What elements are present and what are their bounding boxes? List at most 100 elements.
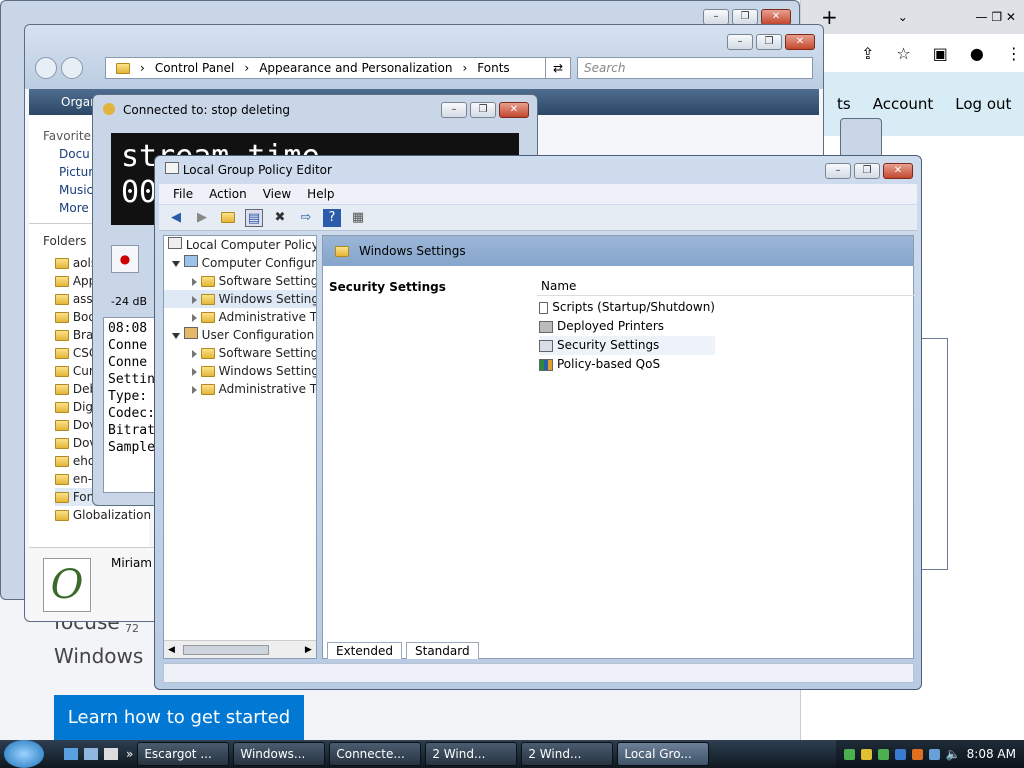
close-button[interactable]: ✕ <box>883 163 913 179</box>
menu-help[interactable]: Help <box>307 187 334 201</box>
fonts-window-controls[interactable]: – ❐ ✕ <box>727 34 815 50</box>
fonts-folder-icon <box>116 62 130 74</box>
record-button[interactable]: ● <box>111 245 139 273</box>
site-navbar: ts Account Log out <box>801 72 1024 136</box>
sidebar-icon[interactable]: ▣ <box>933 44 948 63</box>
menu-icon[interactable]: ⋮ <box>1006 44 1022 63</box>
export-icon[interactable]: ⇨ <box>297 209 315 227</box>
tab-standard[interactable]: Standard <box>406 642 479 659</box>
status-bar <box>163 663 914 683</box>
back-arrow-icon[interactable]: ◀ <box>167 209 185 227</box>
results-pane: Windows Settings Security Settings Name … <box>322 235 915 659</box>
crumb-sep-icon: › <box>140 61 145 75</box>
menu-action[interactable]: Action <box>209 187 247 201</box>
get-started-button[interactable]: Learn how to get started <box>54 695 304 740</box>
up-folder-icon[interactable] <box>219 209 237 227</box>
tree-item[interactable]: Windows Setting <box>164 362 316 380</box>
tree-item[interactable]: Local Computer Policy <box>164 236 316 254</box>
gpe-menubar: File Action View Help <box>159 184 917 204</box>
show-desktop-icon[interactable] <box>64 748 78 760</box>
tree-item[interactable]: Software Settings <box>164 344 316 362</box>
tree-item-selected[interactable]: Windows Setting <box>164 290 316 308</box>
list-item[interactable]: Policy-based QoS <box>539 355 715 374</box>
star-icon[interactable]: ☆ <box>896 44 910 63</box>
more-chevron-icon[interactable]: » <box>126 747 133 761</box>
task-local-group-policy[interactable]: Local Gro... <box>617 742 710 766</box>
tree-item[interactable]: User Configuration <box>164 326 316 344</box>
refresh-button[interactable]: ⇄ <box>545 57 571 79</box>
crumb-control-panel[interactable]: Control Panel <box>155 61 235 75</box>
quicklaunch-icon[interactable] <box>104 748 118 760</box>
folder-item[interactable]: Globalization <box>55 506 151 524</box>
volume-icon[interactable]: 🔈 <box>946 747 961 761</box>
nav-account[interactable]: Account <box>873 95 934 113</box>
chevron-down-icon[interactable]: ⌄ <box>898 10 908 24</box>
clock[interactable]: 8:08 AM <box>967 747 1016 761</box>
start-button[interactable] <box>4 740 44 768</box>
tree-hscrollbar[interactable]: ◀ ▶ <box>164 640 316 658</box>
font-name: Miriam <box>111 556 152 570</box>
list-item-hover[interactable]: Security Settings <box>539 336 715 355</box>
connection-window-controls[interactable]: – ❐ ✕ <box>441 102 529 118</box>
task-2-windows-b[interactable]: 2 Wind... <box>521 742 614 766</box>
window-controls[interactable]: — ❐ ✕ <box>976 10 1016 24</box>
tray-icon[interactable] <box>911 748 923 760</box>
quicklaunch-icon[interactable] <box>84 748 98 760</box>
tab-extended[interactable]: Extended <box>327 642 402 659</box>
system-tray: 🔈 8:08 AM <box>835 740 1024 768</box>
back-button[interactable] <box>35 57 57 79</box>
forward-arrow-icon[interactable]: ▶ <box>193 209 211 227</box>
tray-icon[interactable] <box>860 748 872 760</box>
new-tab-button[interactable]: + <box>821 5 838 29</box>
maximize-button[interactable]: ❐ <box>854 163 880 179</box>
help-icon[interactable]: ? <box>323 208 341 227</box>
minimize-button[interactable]: – <box>825 163 851 179</box>
gpe-toolbar: ◀ ▶ ▤ ✖ ⇨ ? ▦ <box>159 205 917 231</box>
selected-item-label: Security Settings <box>329 280 446 294</box>
show-hide-tree-icon[interactable]: ▤ <box>245 208 263 227</box>
delete-icon[interactable]: ✖ <box>271 209 289 227</box>
nav-logout[interactable]: Log out <box>955 95 1011 113</box>
task-2-windows[interactable]: 2 Wind... <box>425 742 518 766</box>
tray-icon[interactable] <box>843 748 855 760</box>
browser-tabbar: + ⌄ — ❐ ✕ <box>801 0 1024 34</box>
task-connected[interactable]: Connecte... <box>329 742 422 766</box>
scripts-icon <box>539 301 549 314</box>
folder-icon <box>335 245 349 257</box>
connection-title: Connected to: stop deleting <box>123 103 291 117</box>
list-item[interactable]: Deployed Printers <box>539 317 715 336</box>
user-icon <box>183 327 198 339</box>
gpe-window-controls[interactable]: – ❐ ✕ <box>825 163 913 179</box>
console-tree: Local Computer Policy Computer Configura… <box>163 235 317 659</box>
search-input[interactable]: Search <box>577 57 813 79</box>
tree-item[interactable]: Administrative Te <box>164 380 316 398</box>
share-icon[interactable]: ⇪ <box>861 44 874 63</box>
tray-icon[interactable] <box>894 748 906 760</box>
printer-icon <box>539 320 553 333</box>
forward-button[interactable] <box>61 57 83 79</box>
menu-file[interactable]: File <box>173 187 193 201</box>
qos-chart-icon <box>539 358 553 371</box>
nav-partial[interactable]: ts <box>837 95 851 113</box>
task-escargot[interactable]: Escargot ... <box>137 742 230 766</box>
name-column-header[interactable]: Name <box>537 276 915 296</box>
tree-item[interactable]: Administrative Te <box>164 308 316 326</box>
crumb-sep-icon: › <box>462 61 468 75</box>
tray-icon[interactable] <box>877 748 889 760</box>
font-icon: O <box>43 558 91 612</box>
task-windows[interactable]: Windows... <box>233 742 326 766</box>
results-header: Windows Settings <box>323 236 913 266</box>
address-bar[interactable]: › Control Panel › Appearance and Persona… <box>105 57 571 79</box>
profile-icon[interactable]: ● <box>970 44 984 63</box>
tree-item[interactable]: Software Settings <box>164 272 316 290</box>
menu-view[interactable]: View <box>263 187 291 201</box>
network-icon[interactable] <box>928 748 940 760</box>
taskbar: » Escargot ... Windows... Connecte... 2 … <box>0 740 1024 768</box>
properties-icon[interactable]: ▦ <box>349 209 367 227</box>
crumb-appearance[interactable]: Appearance and Personalization <box>259 61 452 75</box>
tree-item[interactable]: Computer Configura <box>164 254 316 272</box>
list-item[interactable]: Scripts (Startup/Shutdown) <box>539 298 715 317</box>
explorer-back-controls[interactable]: – ❐ ✕ <box>703 9 791 25</box>
group-policy-editor-window: Local Group Policy Editor – ❐ ✕ File Actio… <box>154 155 922 690</box>
crumb-fonts[interactable]: Fonts <box>477 61 509 75</box>
